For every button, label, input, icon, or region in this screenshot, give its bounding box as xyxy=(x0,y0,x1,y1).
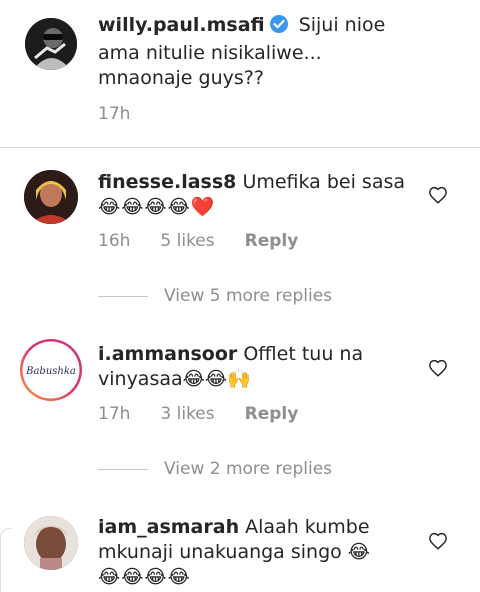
comment-meta: 17h 3 likes Reply xyxy=(98,404,298,424)
avatar-iam-asmarah[interactable] xyxy=(24,516,78,570)
comment-username[interactable]: finesse.lass8 xyxy=(98,171,236,193)
view-more-replies[interactable]: View 2 more replies xyxy=(98,459,332,479)
verified-badge-icon xyxy=(269,14,289,41)
babushka-logo-text: Babushka xyxy=(25,366,76,377)
view-more-replies[interactable]: View 5 more replies xyxy=(98,286,332,306)
comment-likes[interactable]: 3 likes xyxy=(160,404,214,424)
comment-emojis: 😂😂😂😂 xyxy=(98,566,191,588)
like-heart-icon[interactable] xyxy=(428,359,448,377)
comment-emojis: 😂😂😂😂❤️ xyxy=(98,196,216,218)
comment-meta: 16h 5 likes Reply xyxy=(98,231,298,251)
like-heart-icon[interactable] xyxy=(428,186,448,204)
avatar-finesse-lass8[interactable] xyxy=(24,170,78,224)
caption-time: 17h xyxy=(98,104,131,124)
comment-text: finesse.lass8 Umefika bei sasa 😂😂😂😂❤️ xyxy=(98,170,406,220)
like-heart-icon[interactable] xyxy=(428,532,448,550)
comment-time: 16h xyxy=(98,231,131,251)
overlay-edge xyxy=(0,528,11,592)
comment-username[interactable]: iam_asmarah xyxy=(98,516,239,538)
caption-section: willy.paul.msafi Sijui nioe ama nitulie … xyxy=(0,0,480,148)
comment-text: i.ammansoor Offlet tuu na vinyasaa😂😂🙌 xyxy=(98,342,406,392)
comment-time: 17h xyxy=(98,404,131,424)
reply-button[interactable]: Reply xyxy=(245,231,299,251)
comment-text: iam_asmarah Alaah kumbe mkunaji unakuang… xyxy=(98,515,406,590)
reply-button[interactable]: Reply xyxy=(245,404,299,424)
view-more-label[interactable]: View 5 more replies xyxy=(164,286,332,306)
caption-username[interactable]: willy.paul.msafi xyxy=(98,14,265,36)
view-more-label[interactable]: View 2 more replies xyxy=(164,459,332,479)
comment-body: Umefika bei sasa xyxy=(242,171,406,193)
avatar-willy-paul-msafi[interactable] xyxy=(25,18,77,70)
caption-text: willy.paul.msafi Sijui nioe ama nitulie … xyxy=(98,13,406,91)
divider-line xyxy=(98,468,148,470)
caption-meta: 17h xyxy=(98,104,130,124)
divider-line xyxy=(98,295,148,297)
comment-likes[interactable]: 5 likes xyxy=(160,231,214,251)
comment-username[interactable]: i.ammansoor xyxy=(98,343,237,365)
avatar-i-ammansoor[interactable]: Babushka xyxy=(19,338,83,402)
